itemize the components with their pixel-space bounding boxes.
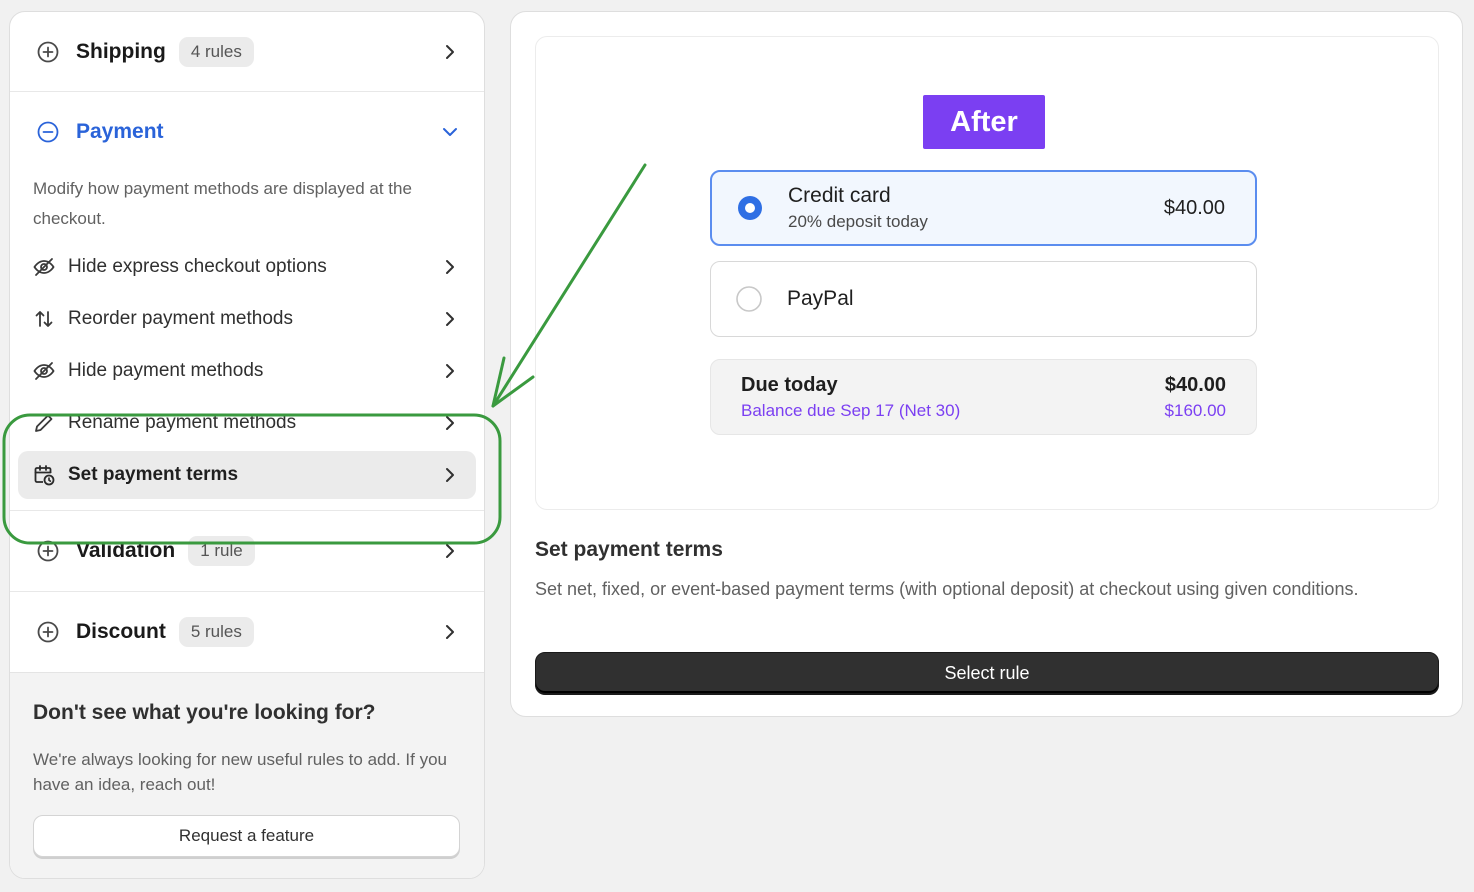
rule-label: Hide express checkout options <box>68 256 327 277</box>
chevron-right-icon <box>446 468 454 482</box>
rule-label: Set payment terms <box>68 464 239 485</box>
radio-unselected-icon <box>736 286 762 312</box>
rule-reorder-payment-methods[interactable]: Reorder payment methods <box>18 295 476 343</box>
chevron-right-icon <box>446 260 454 274</box>
rule-set-payment-terms[interactable]: Set payment terms <box>18 451 476 499</box>
after-label: After <box>923 95 1045 149</box>
plus-circle-icon <box>37 621 59 643</box>
plus-circle-icon <box>37 540 59 562</box>
minus-circle-icon <box>37 121 59 143</box>
rule-count-badge: 4 rules <box>178 37 254 67</box>
payment-option-price: $40.00 <box>1163 196 1225 219</box>
chevron-right-icon <box>446 416 454 430</box>
rule-hide-express-checkout[interactable]: Hide express checkout options <box>18 243 476 291</box>
chevron-right-icon <box>446 364 454 378</box>
help-text: We're always looking for new useful rule… <box>33 750 447 794</box>
payment-option-subtitle: 20% deposit today <box>788 212 928 231</box>
feature-request-section: Don't see what you're looking for? We're… <box>10 672 484 878</box>
checkout-preview: After Credit card 20% deposit today $40.… <box>535 36 1439 510</box>
payment-option-credit-card[interactable]: Credit card 20% deposit today $40.00 <box>710 170 1257 246</box>
due-summary: Due today $40.00 Balance due Sep 17 (Net… <box>710 359 1257 435</box>
eye-slash-icon <box>33 362 55 380</box>
eye-slash-icon <box>33 258 55 276</box>
category-title: Shipping <box>76 40 166 63</box>
payment-option-paypal[interactable]: PayPal <box>710 261 1257 337</box>
category-title: Discount <box>76 620 166 643</box>
rule-count-badge: 1 rule <box>188 536 255 566</box>
rule-title: Set payment terms <box>535 538 723 561</box>
category-description: Modify how payment methods are displayed… <box>33 179 412 228</box>
pencil-icon <box>35 414 53 432</box>
category-payment[interactable]: Payment <box>10 92 484 172</box>
payment-option-name: PayPal <box>787 287 854 310</box>
select-rule-button[interactable]: Select rule <box>535 652 1439 694</box>
payment-option-name: Credit card <box>788 184 891 207</box>
category-shipping[interactable]: Shipping 4 rules <box>10 12 484 92</box>
rule-count-badge: 5 rules <box>178 617 254 647</box>
rules-sidebar: Shipping 4 rules Payment Modify how paym… <box>9 11 485 879</box>
rule-label: Reorder payment methods <box>68 308 293 329</box>
balance-due-label: Balance due Sep 17 (Net 30) <box>741 401 961 420</box>
balance-due-amount: $160.00 <box>1164 401 1226 420</box>
plus-circle-icon <box>37 41 59 63</box>
radio-selected-icon <box>738 196 762 220</box>
due-today-label: Due today <box>741 374 838 396</box>
chevron-down-icon <box>443 128 457 136</box>
chevron-right-icon <box>446 312 454 326</box>
chevron-right-icon <box>446 544 454 558</box>
rule-description: Set net, fixed, or event-based payment t… <box>535 579 1359 599</box>
request-feature-button[interactable]: Request a feature <box>33 815 460 857</box>
chevron-right-icon <box>446 45 454 59</box>
category-validation[interactable]: Validation 1 rule <box>10 511 484 591</box>
arrows-up-down-icon <box>35 311 53 327</box>
category-discount[interactable]: Discount 5 rules <box>10 592 484 672</box>
rule-label: Hide payment methods <box>68 360 264 381</box>
calendar-clock-icon <box>34 465 55 486</box>
rule-rename-payment-methods[interactable]: Rename payment methods <box>18 399 476 447</box>
category-title: Validation <box>76 539 176 562</box>
rule-label: Rename payment methods <box>68 412 297 433</box>
rule-hide-payment-methods[interactable]: Hide payment methods <box>18 347 476 395</box>
chevron-right-icon <box>446 625 454 639</box>
due-today-amount: $40.00 <box>1164 374 1226 396</box>
help-title: Don't see what you're looking for? <box>33 701 376 724</box>
category-title: Payment <box>76 120 164 143</box>
rule-detail-panel: After Credit card 20% deposit today $40.… <box>510 11 1463 717</box>
